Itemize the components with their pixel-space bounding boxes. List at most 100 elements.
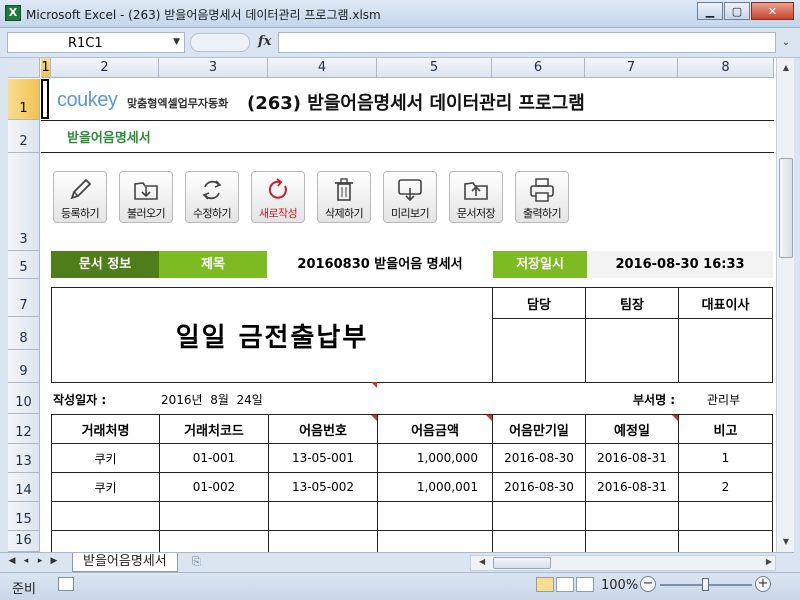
table-row[interactable]: 쿠키 01-001 13-05-001 1,000,000 2016-08-30… <box>51 443 773 473</box>
row-header-3[interactable]: 3 <box>8 153 40 251</box>
cell-empty[interactable] <box>492 501 586 531</box>
row-header-8[interactable]: 8 <box>8 317 40 350</box>
col-maturity-date[interactable]: 어음만기일 <box>492 414 586 444</box>
row-header-14[interactable]: 14 <box>8 473 40 502</box>
comment-indicator[interactable] <box>486 415 492 421</box>
chevron-down-icon[interactable]: ▼ <box>173 37 180 47</box>
comment-indicator[interactable] <box>672 415 678 421</box>
col-client-name[interactable]: 거래처명 <box>51 414 160 444</box>
department-value[interactable]: 관리부 <box>707 391 740 408</box>
register-button[interactable]: 등록하기 <box>53 171 107 223</box>
approval-team-lead-sign[interactable] <box>585 318 679 383</box>
zoom-in-icon[interactable]: + <box>755 576 771 592</box>
col-scheduled-date[interactable]: 예정일 <box>585 414 679 444</box>
column-header-4[interactable]: 4 <box>268 58 377 78</box>
minimize-button[interactable]: ▁ <box>697 2 723 20</box>
formula-input[interactable] <box>278 32 776 53</box>
expand-formula-icon[interactable]: ⌄ <box>778 32 794 53</box>
last-sheet-icon[interactable]: ▶ <box>48 556 60 566</box>
formula-resize-handle[interactable] <box>190 33 250 52</box>
prev-sheet-icon[interactable]: ◂ <box>20 556 32 566</box>
cell-empty[interactable] <box>51 530 160 552</box>
save-document-button[interactable]: 문서저장 <box>449 171 503 223</box>
cell-bill-amount[interactable]: 1,000,000 <box>377 443 493 473</box>
cell-remarks[interactable]: 1 <box>678 443 773 473</box>
row-header-7[interactable]: 7 <box>8 279 40 317</box>
name-box[interactable]: R1C1 ▼ <box>7 32 185 53</box>
cell-bill-amount[interactable]: 1,000,001 <box>377 472 493 502</box>
table-row[interactable]: 쿠키 01-002 13-05-002 1,000,001 2016-08-30… <box>51 472 773 502</box>
print-button[interactable]: 출력하기 <box>515 171 569 223</box>
row-header-10[interactable]: 10 <box>8 383 40 414</box>
row-header-1[interactable]: 1 <box>8 79 40 120</box>
active-cell[interactable] <box>41 79 49 119</box>
cell-client-name[interactable]: 쿠키 <box>51 443 160 473</box>
vertical-scroll-thumb[interactable] <box>779 158 793 258</box>
column-header-8[interactable]: 8 <box>678 58 774 78</box>
zoom-level[interactable]: 100% <box>601 578 638 593</box>
select-all-corner[interactable] <box>8 58 40 78</box>
edit-button[interactable]: 수정하기 <box>185 171 239 223</box>
cell-empty[interactable] <box>678 501 773 531</box>
date-value[interactable]: 2016년 8월 24일 <box>161 391 263 408</box>
cell-empty[interactable] <box>159 501 269 531</box>
first-sheet-icon[interactable]: ◀ <box>6 556 18 566</box>
cell-empty[interactable] <box>377 501 493 531</box>
load-button[interactable]: 불러오기 <box>119 171 173 223</box>
row-header-12[interactable]: 12 <box>8 414 40 444</box>
saved-at-value[interactable]: 2016-08-30 16:33 <box>587 251 773 278</box>
row-header-16[interactable]: 16 <box>8 531 40 552</box>
subject-value[interactable]: 20160830 받을어음 명세서 <box>267 251 493 278</box>
excel-icon[interactable]: X <box>5 5 21 21</box>
new-document-button[interactable]: 새로작성 <box>251 171 305 223</box>
row-header-9[interactable]: 9 <box>8 350 40 383</box>
table-row[interactable] <box>51 501 773 531</box>
cell-empty[interactable] <box>51 501 160 531</box>
cell-empty[interactable] <box>268 501 378 531</box>
cell-remarks[interactable]: 2 <box>678 472 773 502</box>
worksheet[interactable]: coukey 맞춤형엑셀업무자동화 (263) 받을어음명세서 데이터관리 프로… <box>41 79 774 552</box>
page-layout-view-icon[interactable] <box>556 577 574 592</box>
zoom-out-icon[interactable]: − <box>640 576 656 592</box>
scroll-up-icon[interactable]: ▲ <box>779 60 793 76</box>
approval-staff-sign[interactable] <box>492 318 586 383</box>
column-header-7[interactable]: 7 <box>585 58 678 78</box>
cell-empty[interactable] <box>159 530 269 552</box>
cell-empty[interactable] <box>678 530 773 552</box>
comment-indicator[interactable] <box>371 382 377 388</box>
delete-button[interactable]: 삭제하기 <box>317 171 371 223</box>
close-button[interactable]: ✕ <box>751 2 794 20</box>
cell-scheduled-date[interactable]: 2016-08-31 <box>585 443 679 473</box>
vertical-scrollbar[interactable]: ▲ ▼ <box>776 58 794 552</box>
column-header-3[interactable]: 3 <box>159 58 268 78</box>
scroll-right-icon[interactable]: ▶ <box>766 557 772 566</box>
column-header-2[interactable]: 2 <box>51 58 159 78</box>
table-row[interactable] <box>51 530 773 552</box>
cell-empty[interactable] <box>492 530 586 552</box>
cell-maturity-date[interactable]: 2016-08-30 <box>492 443 586 473</box>
row-header-5[interactable]: 5 <box>8 251 40 279</box>
cell-maturity-date[interactable]: 2016-08-30 <box>492 472 586 502</box>
maximize-button[interactable]: ▢ <box>724 2 750 20</box>
scroll-left-icon[interactable]: ◀ <box>479 557 485 566</box>
zoom-slider-thumb[interactable] <box>702 578 709 591</box>
row-header-13[interactable]: 13 <box>8 444 40 473</box>
column-header-1[interactable]: 1 <box>41 58 51 78</box>
col-client-code[interactable]: 거래처코드 <box>159 414 269 444</box>
col-remarks[interactable]: 비고 <box>678 414 773 444</box>
cell-bill-number[interactable]: 13-05-001 <box>268 443 378 473</box>
cell-bill-number[interactable]: 13-05-002 <box>268 472 378 502</box>
col-bill-number[interactable]: 어음번호 <box>268 414 378 444</box>
row-header-15[interactable]: 15 <box>8 502 40 531</box>
cell-empty[interactable] <box>585 530 679 552</box>
insert-function-icon[interactable]: fx <box>258 34 271 49</box>
horizontal-scrollbar[interactable]: ◀ ▶ <box>470 555 776 571</box>
insert-sheet-icon[interactable]: ⎘ <box>192 555 210 570</box>
approval-ceo-sign[interactable] <box>678 318 773 383</box>
normal-view-icon[interactable] <box>536 577 554 592</box>
row-header-2[interactable]: 2 <box>8 120 40 153</box>
cell-client-name[interactable]: 쿠키 <box>51 472 160 502</box>
page-break-view-icon[interactable] <box>576 577 594 592</box>
column-header-5[interactable]: 5 <box>377 58 492 78</box>
comment-indicator[interactable] <box>371 415 377 421</box>
